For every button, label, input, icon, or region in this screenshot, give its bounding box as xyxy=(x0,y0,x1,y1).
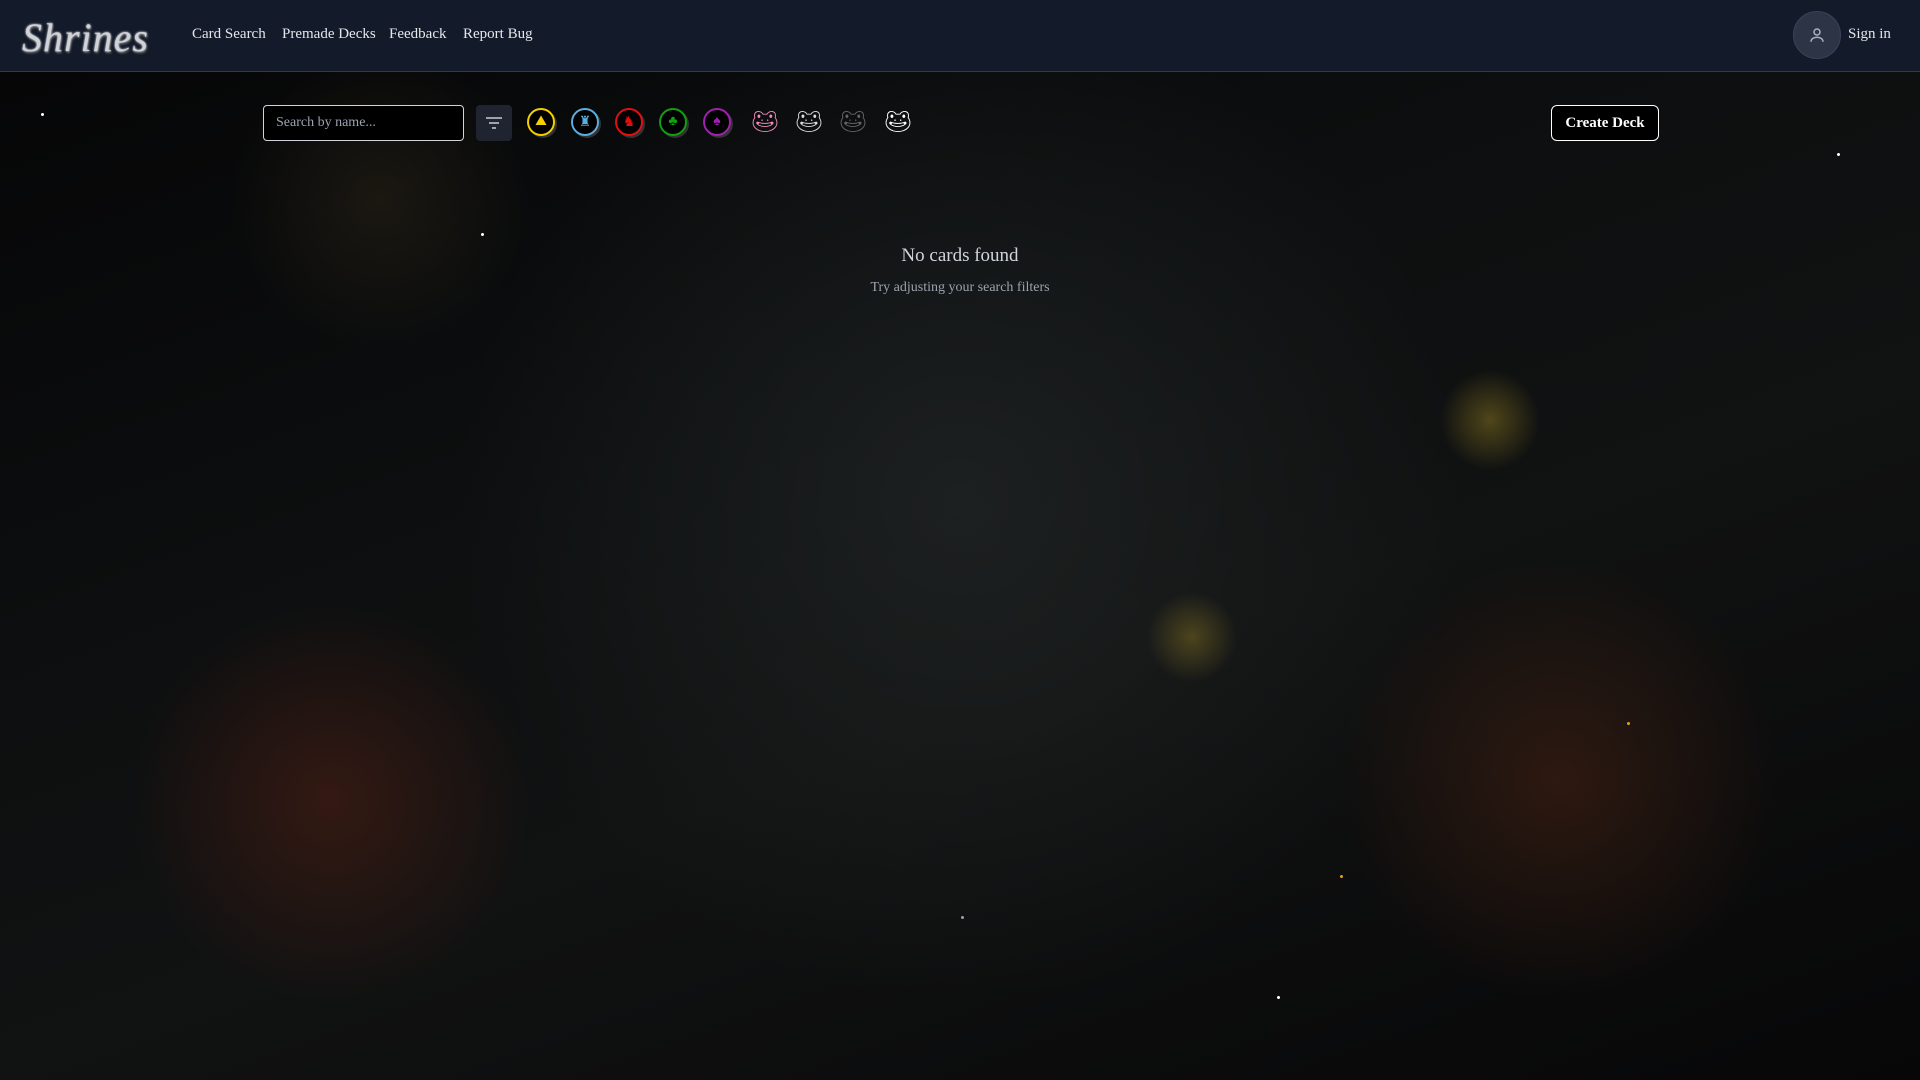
search-input[interactable] xyxy=(263,105,464,141)
frog-pink-filter[interactable]: 🐸︎ xyxy=(750,108,780,136)
frog-icon: 🐸︎ xyxy=(839,109,867,134)
faction-red-filter[interactable]: ♞ xyxy=(615,108,643,136)
filter-icon xyxy=(486,117,502,129)
faction-green-filter[interactable]: ♣ xyxy=(659,108,687,136)
frog-icon: 🐸︎ xyxy=(795,109,823,134)
sparkle xyxy=(961,916,964,919)
sign-in-link[interactable]: Sign in xyxy=(1848,26,1891,43)
user-icon xyxy=(1810,28,1824,42)
sparkle xyxy=(1837,153,1840,156)
faction-yellow-filter[interactable]: ⛰ xyxy=(527,108,555,136)
dragon-icon: ♞ xyxy=(622,114,636,130)
nav-card-search[interactable]: Card Search xyxy=(192,26,266,43)
tree-icon: ♣ xyxy=(668,114,678,129)
faction-purple-filter[interactable]: ♠ xyxy=(703,108,731,136)
nav-premade-decks[interactable]: Premade Decks xyxy=(282,26,376,43)
frog-icon: 🐸︎ xyxy=(751,109,779,134)
sparkle xyxy=(1277,996,1280,999)
sparkle xyxy=(1340,875,1343,878)
tower-icon: ♜ xyxy=(578,114,592,130)
frog-icon: 🐸︎ xyxy=(884,109,912,134)
user-avatar-button[interactable] xyxy=(1793,11,1841,59)
sparkle xyxy=(1627,722,1630,725)
empty-state-title: No cards found xyxy=(901,245,1019,266)
frog-light-gray-filter[interactable]: 🐸︎ xyxy=(794,108,824,136)
create-deck-button[interactable]: Create Deck xyxy=(1551,105,1659,141)
mushroom-icon: ♠ xyxy=(713,114,721,129)
sun-mountain-icon: ⛰ xyxy=(535,114,547,129)
nav-feedback[interactable]: Feedback xyxy=(389,26,446,43)
nav-report-bug[interactable]: Report Bug xyxy=(463,26,533,43)
frog-dark-gray-filter[interactable]: 🐸︎ xyxy=(838,108,868,136)
empty-state-subtitle: Try adjusting your search filters xyxy=(870,280,1050,295)
frog-white-filter[interactable]: 🐸︎ xyxy=(883,108,913,136)
filter-button[interactable] xyxy=(476,105,512,141)
sparkle xyxy=(41,113,44,116)
shrines-logo[interactable]: Shrines xyxy=(22,14,149,61)
top-nav-bar: Shrines Card Search Premade Decks Feedba… xyxy=(0,0,1920,72)
faction-blue-filter[interactable]: ♜ xyxy=(571,108,599,136)
sparkle xyxy=(481,233,484,236)
